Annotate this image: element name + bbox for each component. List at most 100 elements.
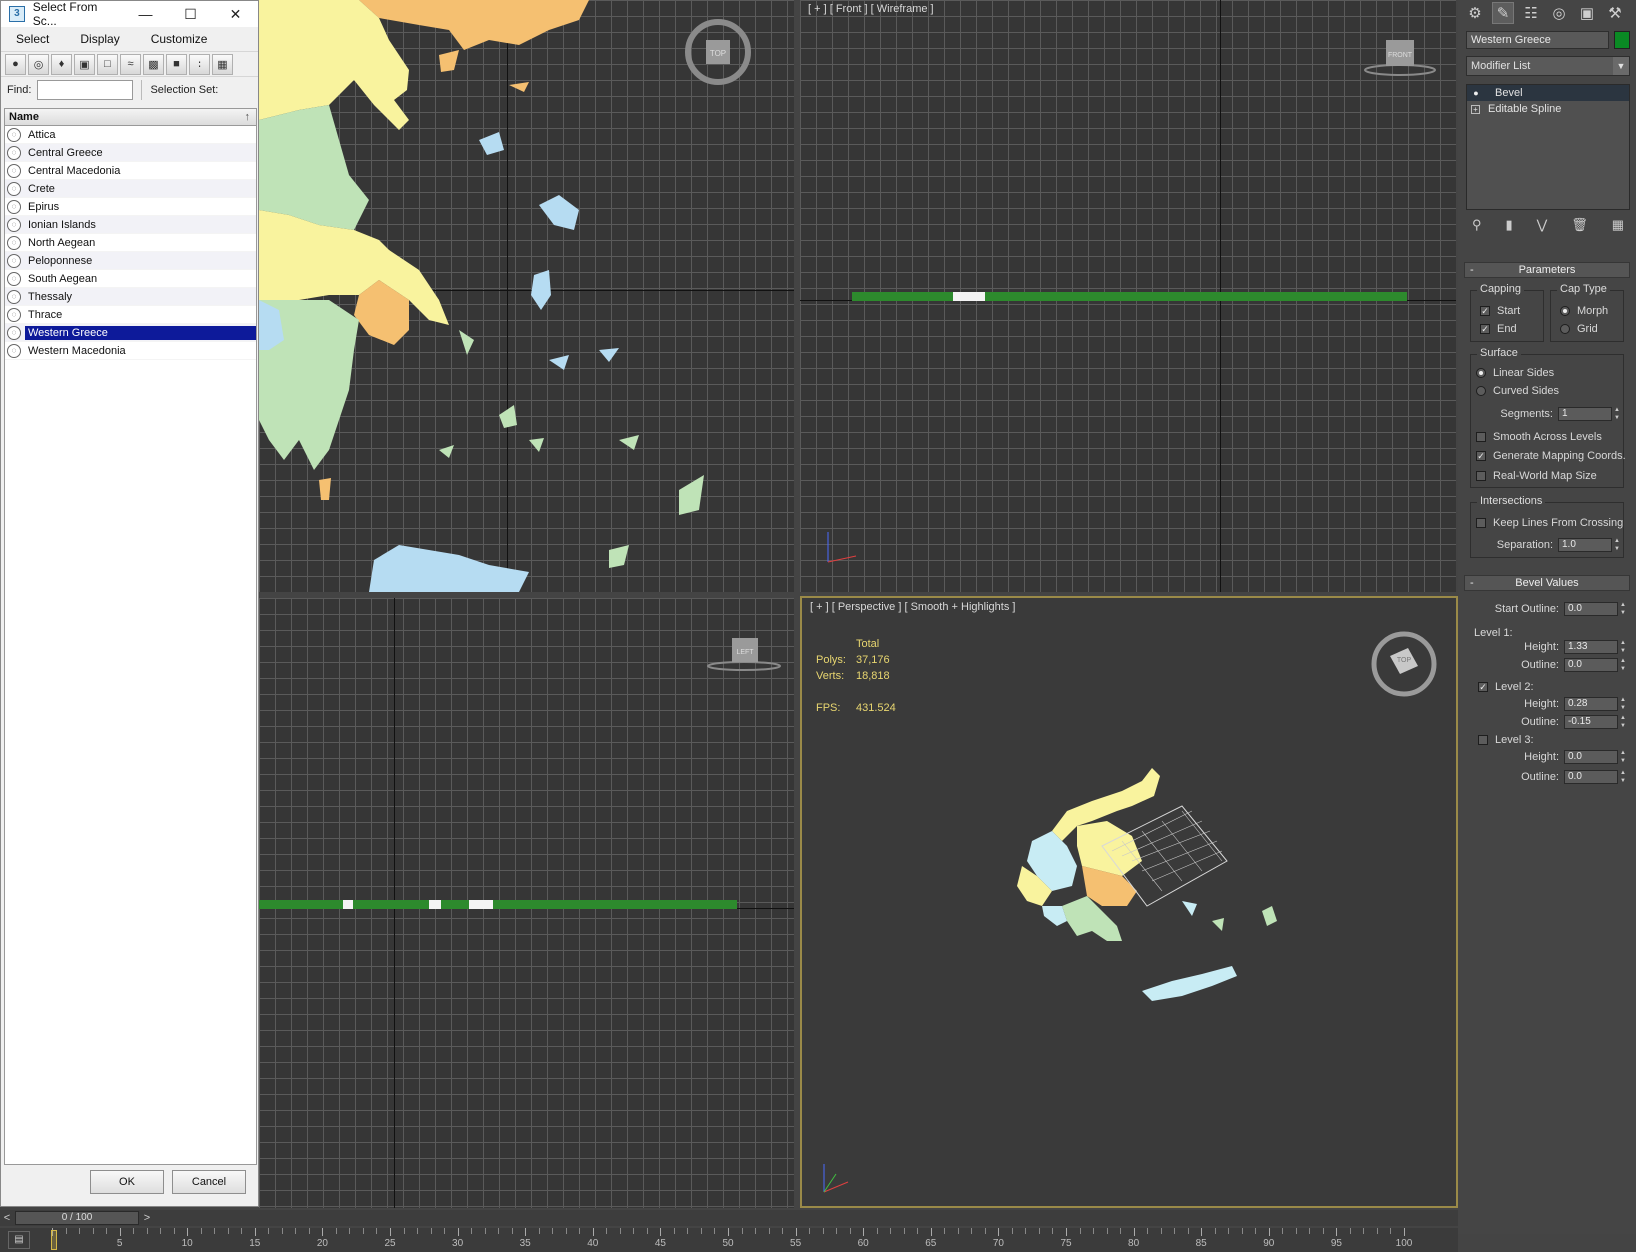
level2-height-spinner[interactable]: Height: 0.28 ▲ ▼ [1472, 697, 1628, 711]
cap-end-checkbox[interactable]: ✓ End [1480, 323, 1517, 335]
viewcube-perspective[interactable]: TOP [1368, 628, 1440, 700]
list-item[interactable]: ◌ Thrace [5, 306, 256, 324]
ok-button[interactable]: OK [90, 1170, 164, 1194]
level3-checkbox[interactable]: Level 3: [1478, 734, 1534, 746]
level1-outline-spinner[interactable]: Outline: 0.0 ▲ ▼ [1472, 658, 1628, 672]
utilities-tab-icon[interactable]: ⚒ [1604, 2, 1626, 24]
menu-display[interactable]: Display [73, 30, 126, 48]
motion-tab-icon[interactable]: ◎ [1548, 2, 1570, 24]
show-end-result-icon[interactable]: ▮ [1505, 217, 1512, 233]
bevel-values-rollout-header[interactable]: - Bevel Values [1464, 575, 1630, 591]
level1-outline-value[interactable]: 0.0 [1564, 658, 1618, 672]
menu-customize[interactable]: Customize [144, 30, 215, 48]
level2-outline-spinner[interactable]: Outline: -0.15 ▲ ▼ [1472, 715, 1628, 729]
modify-tab-icon[interactable]: ✎ [1492, 2, 1514, 24]
list-item[interactable]: ◌ Central Greece [5, 144, 256, 162]
cancel-button[interactable]: Cancel [172, 1170, 246, 1194]
viewcube-left[interactable]: LEFT [704, 634, 784, 674]
viewport-left[interactable]: LEFT [259, 598, 794, 1208]
spinner-arrows-icon[interactable]: ▲ ▼ [1620, 750, 1628, 764]
display-geometry-icon[interactable]: ● [5, 53, 26, 75]
modifier-list-dropdown[interactable]: Modifier List ▼ [1466, 56, 1630, 76]
viewcube-front[interactable]: FRONT [1360, 34, 1440, 80]
list-item[interactable]: ◌ South Aegean [5, 270, 256, 288]
list-item[interactable]: ◌ Peloponnese [5, 252, 256, 270]
maximize-icon[interactable]: ☐ [168, 1, 213, 27]
viewcube-top[interactable]: TOP [682, 16, 754, 88]
stack-item-editable-spline[interactable]: + Editable Spline [1467, 101, 1629, 117]
menu-select[interactable]: Select [9, 30, 56, 48]
spinner-arrows-icon[interactable]: ▲ ▼ [1620, 697, 1628, 711]
time-slider[interactable]: < 0 / 100 > [0, 1210, 1458, 1226]
linear-sides-radio[interactable]: Linear Sides [1476, 367, 1554, 379]
display-cameras-icon[interactable]: ▣ [74, 53, 95, 75]
viewport-label-front[interactable]: [ + ] [ Front ] [ Wireframe ] [808, 3, 934, 15]
level2-height-value[interactable]: 0.28 [1564, 697, 1618, 711]
minimize-icon[interactable]: — [123, 1, 168, 27]
viewport-perspective[interactable]: [ + ] [ Perspective ] [ Smooth + Highlig… [800, 596, 1458, 1208]
segments-value[interactable]: 1 [1558, 407, 1612, 421]
object-color-swatch[interactable] [1614, 31, 1630, 49]
spinner-arrows-icon[interactable]: ▲ ▼ [1620, 640, 1628, 654]
level1-height-value[interactable]: 1.33 [1564, 640, 1618, 654]
segments-spinner[interactable]: Segments: 1 ▲ ▼ [1478, 407, 1622, 421]
list-item[interactable]: ◌ Crete [5, 180, 256, 198]
smooth-across-levels-checkbox[interactable]: Smooth Across Levels [1476, 431, 1602, 443]
remove-modifier-icon[interactable]: 🗑 [1571, 217, 1588, 233]
object-name-field[interactable]: Western Greece [1466, 31, 1609, 49]
track-bar[interactable]: ▤ 5 10 15 20 25 30 35 40 45 50 55 60 65 70 75 80 85 90 95 1… [0, 1228, 1458, 1252]
list-item[interactable]: ◌ Central Macedonia [5, 162, 256, 180]
configure-modifier-sets-icon[interactable]: ▦ [1612, 217, 1624, 233]
frame-ruler[interactable]: 5 10 15 20 25 30 35 40 45 50 55 60 65 70 75 80 85 90 95 100 [52, 1228, 1412, 1252]
separation-value[interactable]: 1.0 [1558, 538, 1612, 552]
spinner-arrows-icon[interactable]: ▲ ▼ [1620, 602, 1628, 616]
start-outline-value[interactable]: 0.0 [1564, 602, 1618, 616]
viewport-label-perspective[interactable]: [ + ] [ Perspective ] [ Smooth + Highlig… [810, 601, 1015, 613]
display-xrefs-icon[interactable]: ■ [166, 53, 187, 75]
find-input[interactable] [37, 80, 134, 100]
spinner-arrows-icon[interactable]: ▲ ▼ [1620, 658, 1628, 672]
display-bones-icon[interactable]: ∶ [189, 53, 210, 75]
spinner-arrows-icon[interactable]: ▲ ▼ [1620, 715, 1628, 729]
list-item[interactable]: ◌ Attica [5, 126, 256, 144]
spinner-arrows-icon[interactable]: ▲ ▼ [1614, 407, 1622, 421]
list-item[interactable]: ◌ Ionian Islands [5, 216, 256, 234]
stack-item-bevel[interactable]: ● Bevel [1467, 85, 1629, 101]
start-outline-spinner[interactable]: Start Outline: 0.0 ▲ ▼ [1472, 602, 1628, 616]
curve-editor-icon[interactable]: ▤ [8, 1231, 30, 1249]
display-spacewarps-icon[interactable]: ≈ [120, 53, 141, 75]
keep-lines-from-crossing-checkbox[interactable]: Keep Lines From Crossing [1476, 517, 1623, 529]
spinner-arrows-icon[interactable]: ▲ ▼ [1620, 770, 1628, 784]
display-lights-icon[interactable]: ♦ [51, 53, 72, 75]
make-unique-icon[interactable]: ⋁ [1537, 217, 1548, 233]
separation-spinner[interactable]: Separation: 1.0 ▲ ▼ [1472, 538, 1622, 552]
column-header-name[interactable]: Name ↑ [5, 109, 256, 126]
hierarchy-tab-icon[interactable]: ☷ [1520, 2, 1542, 24]
viewport-front[interactable]: [ + ] [ Front ] [ Wireframe ] FRONT [800, 0, 1456, 592]
generate-mapping-coords-checkbox[interactable]: ✓ Generate Mapping Coords. [1476, 450, 1626, 462]
level2-outline-value[interactable]: -0.15 [1564, 715, 1618, 729]
list-item[interactable]: ◌ North Aegean [5, 234, 256, 252]
level3-outline-spinner[interactable]: Outline: 0.0 ▲ ▼ [1472, 770, 1628, 784]
level3-outline-value[interactable]: 0.0 [1564, 770, 1618, 784]
list-item[interactable]: ◌ Thessaly [5, 288, 256, 306]
expand-plus-icon[interactable]: + [1471, 104, 1480, 114]
lightbulb-icon[interactable]: ● [1471, 88, 1481, 98]
time-slider-thumb[interactable]: 0 / 100 [15, 1211, 139, 1225]
prev-frame-button[interactable]: < [0, 1210, 14, 1226]
level3-height-value[interactable]: 0.0 [1564, 750, 1618, 764]
close-icon[interactable]: ✕ [213, 1, 258, 27]
current-frame-marker[interactable] [51, 1230, 57, 1250]
display-helpers-icon[interactable]: □ [97, 53, 118, 75]
viewport-top[interactable]: TOP [259, 0, 794, 592]
level1-height-spinner[interactable]: Height: 1.33 ▲ ▼ [1472, 640, 1628, 654]
list-item[interactable]: ◌ Western Macedonia [5, 342, 256, 360]
create-tab-icon[interactable]: ⚙ [1464, 2, 1486, 24]
cap-type-grid-radio[interactable]: Grid [1560, 323, 1598, 335]
next-frame-button[interactable]: > [140, 1210, 154, 1226]
list-item[interactable]: ◌ Epirus [5, 198, 256, 216]
display-groups-icon[interactable]: ▩ [143, 53, 164, 75]
pin-stack-icon[interactable]: ⚲ [1472, 217, 1482, 233]
cap-type-morph-radio[interactable]: Morph [1560, 305, 1608, 317]
spinner-arrows-icon[interactable]: ▲ ▼ [1614, 538, 1622, 552]
